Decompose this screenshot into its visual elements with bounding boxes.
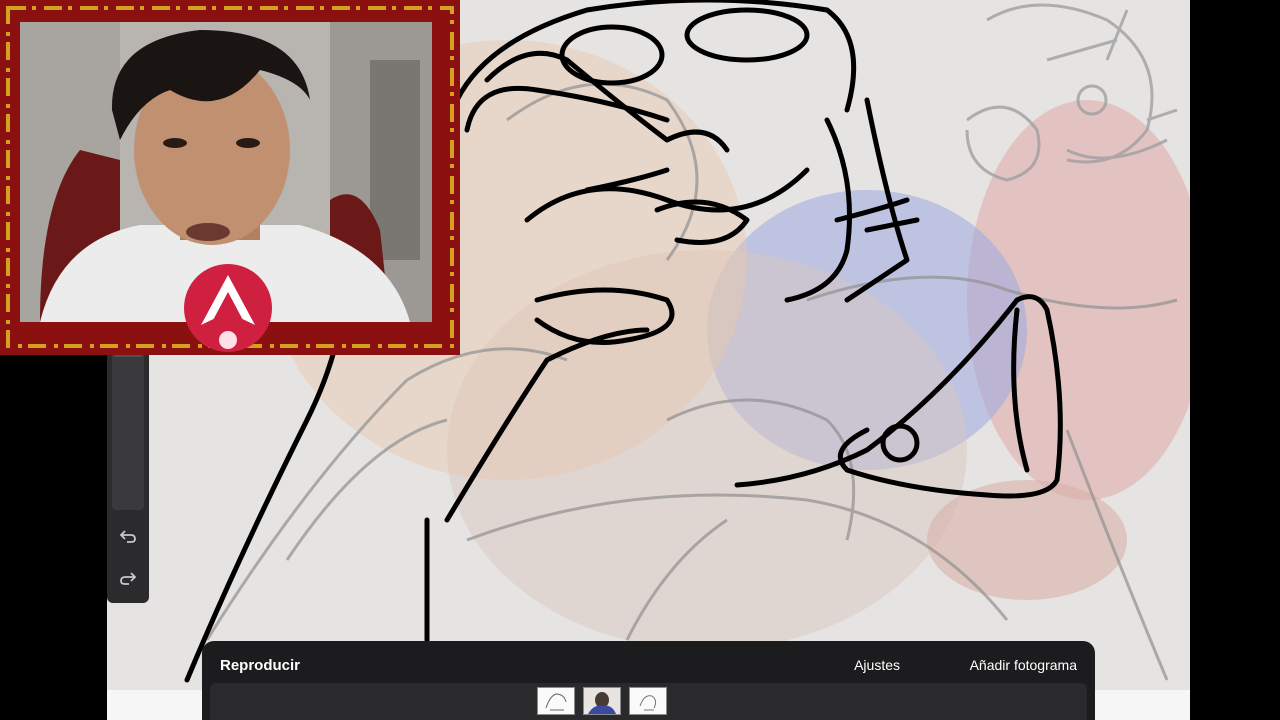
sketch-thumbnail-icon (639, 695, 657, 711)
undo-arrow-icon (119, 530, 136, 543)
brush-size-slider[interactable] (112, 345, 144, 510)
webcam-overlay (0, 0, 460, 355)
settings-button[interactable]: Ajustes (854, 657, 900, 673)
play-button[interactable]: Reproducir (220, 657, 300, 674)
sketch-thumbnail-icon (545, 693, 567, 711)
photo-thumbnail-icon (584, 688, 620, 714)
add-frame-button[interactable]: Añadir fotograma (970, 657, 1077, 673)
redo-arrow-icon (120, 572, 137, 585)
webcam-feed-image (0, 0, 460, 355)
redo-button[interactable] (114, 564, 142, 592)
frame-thumbnail-2[interactable] (583, 687, 621, 715)
frame-thumbnail-3[interactable] (629, 687, 667, 715)
frame-thumbnail-1[interactable] (537, 687, 575, 715)
undo-button[interactable] (114, 522, 142, 550)
